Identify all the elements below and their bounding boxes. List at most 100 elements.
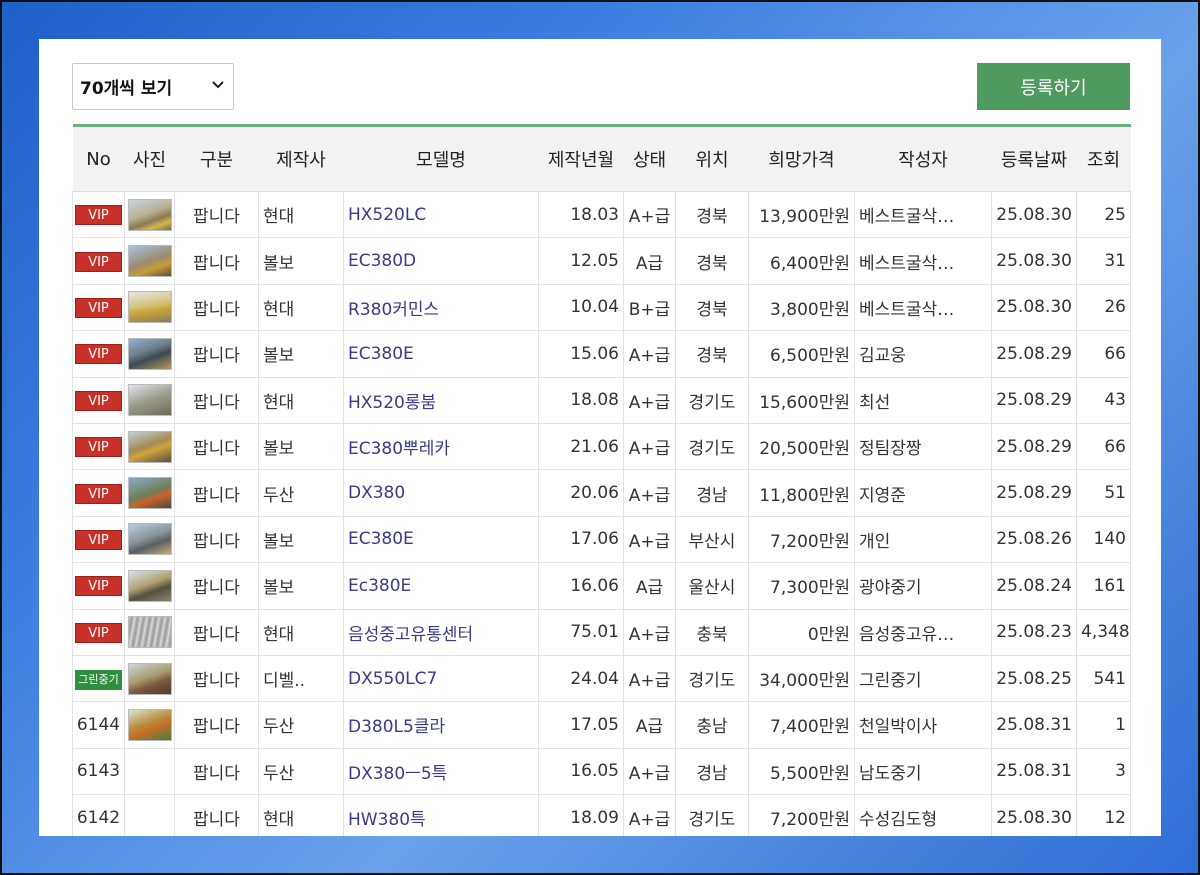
register-button[interactable]: 등록하기 [977, 63, 1130, 110]
row-price: 0만원 [748, 608, 855, 656]
row-author: 지영준 [854, 469, 992, 517]
excavator-thumbnail[interactable] [128, 430, 172, 463]
vip-badge: VIP [75, 344, 122, 365]
row-photo-cell[interactable] [124, 376, 175, 424]
row-model-link[interactable]: DX550LC7 [343, 654, 539, 703]
row-type: 팝니다 [174, 237, 259, 285]
excavator-thumbnail[interactable] [128, 616, 172, 649]
row-type: 팝니다 [174, 376, 259, 424]
row-photo-cell[interactable] [124, 608, 175, 656]
row-type: 팝니다 [174, 747, 259, 796]
row-no-cell: VIP [72, 562, 125, 610]
row-photo-cell[interactable] [124, 469, 175, 517]
table-row[interactable]: 그린중기 팝니다 디벨.. DX550LC7 24.04 A+급 경기도 34,… [72, 654, 1131, 703]
row-type: 팝니다 [174, 701, 259, 749]
row-model-link[interactable]: DX380 [343, 469, 539, 517]
header-grade: 상태 [623, 125, 676, 192]
table-row[interactable]: VIP 팝니다 현대 HX520LC 18.03 A+급 경북 13,900만원… [72, 190, 1131, 239]
row-price: 7,300만원 [748, 562, 855, 610]
row-location: 경기도 [675, 376, 749, 424]
row-grade: A+급 [623, 654, 676, 703]
table-row[interactable]: 6142 팝니다 현대 HW380특 18.09 A+급 경기도 7,200만원… [72, 794, 1131, 836]
row-model-link[interactable]: DX380ㅡ5특 [343, 747, 539, 796]
row-author: 베스트굴삭… [854, 190, 992, 239]
row-photo-cell[interactable] [124, 283, 175, 332]
row-views: 66 [1076, 422, 1131, 471]
row-reg-date: 25.08.29 [991, 422, 1077, 471]
row-photo-cell[interactable] [124, 422, 175, 471]
row-model-link[interactable]: 음성중고유통센터 [343, 608, 539, 656]
row-grade: A+급 [623, 190, 676, 239]
row-author: 광야중기 [854, 562, 992, 610]
row-views: 43 [1076, 376, 1131, 424]
row-year-month: 12.05 [538, 237, 624, 285]
row-photo-cell[interactable] [124, 515, 175, 564]
excavator-thumbnail[interactable] [128, 662, 172, 695]
row-price: 7,200만원 [748, 794, 855, 836]
row-location: 경기도 [675, 794, 749, 836]
row-year-month: 24.04 [538, 654, 624, 703]
row-photo-cell[interactable] [124, 654, 175, 703]
row-views: 541 [1076, 654, 1131, 703]
page-size-select[interactable]: 70개씩 보기 [72, 63, 234, 110]
table-row[interactable]: VIP 팝니다 볼보 Ec380E 16.06 A급 울산시 7,300만원 광… [72, 562, 1131, 610]
row-photo-cell[interactable] [124, 562, 175, 610]
row-model-link[interactable]: EC380E [343, 330, 539, 378]
table-row[interactable]: 6144 팝니다 두산 D380L5클라 17.05 A급 충남 7,400만원… [72, 701, 1131, 749]
excavator-thumbnail[interactable] [128, 477, 172, 510]
row-model-link[interactable]: HX520LC [343, 190, 539, 239]
row-year-month: 21.06 [538, 422, 624, 471]
excavator-thumbnail[interactable] [128, 708, 172, 741]
row-type: 팝니다 [174, 794, 259, 836]
vip-badge: VIP [75, 251, 122, 272]
row-model-link[interactable]: EC380E [343, 515, 539, 564]
row-photo-cell[interactable] [124, 190, 175, 239]
row-type: 팝니다 [174, 422, 259, 471]
table-row[interactable]: VIP 팝니다 현대 HX520롱붐 18.08 A+급 경기도 15,600만… [72, 376, 1131, 424]
table-row[interactable]: VIP 팝니다 볼보 EC380뿌레카 21.06 A+급 경기도 20,500… [72, 422, 1131, 471]
row-model-link[interactable]: HW380특 [343, 794, 539, 836]
excavator-thumbnail[interactable] [128, 569, 172, 602]
row-photo-cell[interactable] [124, 237, 175, 285]
row-photo-cell[interactable] [124, 701, 175, 749]
row-type: 팝니다 [174, 562, 259, 610]
row-location: 경기도 [675, 654, 749, 703]
row-location: 경기도 [675, 422, 749, 471]
row-model-link[interactable]: D380L5클라 [343, 701, 539, 749]
table-row[interactable]: 6143 팝니다 두산 DX380ㅡ5특 16.05 A+급 경남 5,500만… [72, 747, 1131, 796]
row-year-month: 17.05 [538, 701, 624, 749]
table-row[interactable]: VIP 팝니다 볼보 EC380E 17.06 A+급 부산시 7,200만원 … [72, 515, 1131, 564]
row-model-link[interactable]: Ec380E [343, 562, 539, 610]
row-grade: A급 [623, 562, 676, 610]
excavator-thumbnail[interactable] [128, 384, 172, 417]
excavator-thumbnail[interactable] [128, 291, 172, 324]
row-no: 6142 [72, 794, 125, 836]
excavator-thumbnail[interactable] [128, 523, 172, 556]
row-price: 6,500만원 [748, 330, 855, 378]
row-no-cell: VIP [72, 608, 125, 656]
table-row[interactable]: VIP 팝니다 두산 DX380 20.06 A+급 경남 11,800만원 지… [72, 469, 1131, 517]
row-model-link[interactable]: HX520롱붐 [343, 376, 539, 424]
table-row[interactable]: VIP 팝니다 볼보 EC380E 15.06 A+급 경북 6,500만원 김… [72, 330, 1131, 378]
table-row[interactable]: VIP 팝니다 현대 R380커민스 10.04 B+급 경북 3,800만원 … [72, 283, 1131, 332]
table-row[interactable]: VIP 팝니다 현대 음성중고유통센터 75.01 A+급 충북 0만원 음성중… [72, 608, 1131, 656]
excavator-thumbnail[interactable] [128, 198, 172, 231]
chevron-down-icon [212, 81, 224, 89]
row-model-link[interactable]: R380커민스 [343, 283, 539, 332]
excavator-thumbnail[interactable] [128, 337, 172, 370]
row-reg-date: 25.08.24 [991, 562, 1077, 610]
row-no-cell: VIP [72, 469, 125, 517]
row-reg-date: 25.08.30 [991, 190, 1077, 239]
row-location: 경남 [675, 469, 749, 517]
row-photo-cell-empty [124, 747, 175, 796]
table-row[interactable]: VIP 팝니다 볼보 EC380D 12.05 A급 경북 6,400만원 베스… [72, 237, 1131, 285]
excavator-thumbnail[interactable] [128, 245, 172, 278]
row-location: 울산시 [675, 562, 749, 610]
row-model-link[interactable]: EC380뿌레카 [343, 422, 539, 471]
row-maker: 볼보 [258, 422, 344, 471]
header-reg-date: 등록날짜 [991, 125, 1077, 192]
row-location: 경북 [675, 283, 749, 332]
row-model-link[interactable]: EC380D [343, 237, 539, 285]
page-size-label: 70개씩 보기 [80, 79, 173, 99]
row-photo-cell[interactable] [124, 330, 175, 378]
